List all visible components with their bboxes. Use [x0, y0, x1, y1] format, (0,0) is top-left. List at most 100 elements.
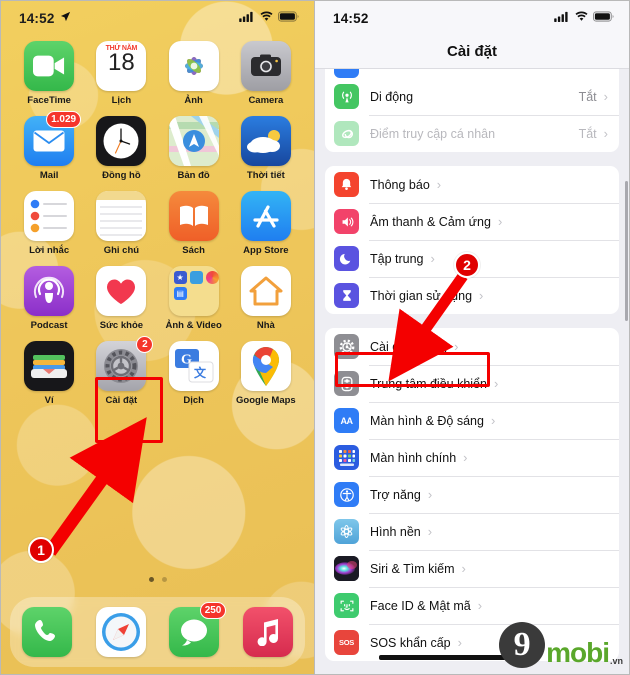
- app-icon-wrap: [240, 266, 291, 316]
- appstore-icon: [240, 191, 291, 241]
- app-notes[interactable]: Ghi chú: [85, 191, 157, 256]
- wallpaper-flower-icon: [334, 519, 359, 544]
- app-icon-wrap: [240, 116, 291, 166]
- vertical-scrollbar[interactable]: [625, 181, 628, 321]
- page-indicator[interactable]: [1, 577, 314, 582]
- app-reminders[interactable]: Lời nhắc: [13, 191, 85, 256]
- home-icon: [240, 266, 291, 316]
- app-icon-wrap: [240, 341, 291, 391]
- app-camera[interactable]: Camera: [230, 41, 302, 106]
- app-facetime[interactable]: FaceTime: [13, 41, 85, 106]
- row-label: SOS khẩn cấp: [370, 635, 451, 650]
- music-note-icon: [243, 607, 294, 657]
- settings-row-display[interactable]: AA Màn hình & Độ sáng ›: [325, 402, 619, 439]
- dock-app-safari[interactable]: [95, 607, 146, 657]
- settings-row-control-center[interactable]: Trung tâm điều khiển ›: [325, 365, 619, 402]
- settings-row-wallpaper[interactable]: Hình nền ›: [325, 513, 619, 550]
- folder-icon: ★ ▤: [168, 266, 219, 316]
- app-health[interactable]: Sức khỏe: [85, 266, 157, 331]
- chevron-right-icon: ›: [603, 89, 608, 104]
- row-label: Màn hình & Độ sáng: [370, 413, 484, 428]
- app-books[interactable]: Sách: [158, 191, 230, 256]
- settings-group-notifications: Thông báo › Âm thanh & Cảm ứng › Tập tru…: [325, 166, 619, 314]
- app-icon-wrap: [96, 116, 147, 166]
- app-calendar[interactable]: THỨ NĂM 18 Lịch: [85, 41, 157, 106]
- app-google-translate[interactable]: G 文 Dịch: [158, 341, 230, 406]
- facetime-icon: [24, 41, 75, 91]
- app-icon-wrap: G 文: [168, 341, 219, 391]
- chevron-right-icon: ›: [477, 598, 483, 613]
- iphone-settings-screen: 14:52 Cài đặt Di động Tắt › Điểm truy cậ…: [315, 0, 630, 675]
- home-screen-grid-icon: [334, 445, 359, 470]
- app-mail[interactable]: 1.029 Mail: [13, 111, 85, 181]
- chevron-right-icon: ›: [430, 251, 435, 266]
- wallet-icon: [24, 341, 75, 391]
- app-label: Sức khỏe: [99, 320, 144, 331]
- chevron-right-icon: ›: [463, 450, 468, 465]
- app-weather[interactable]: Thời tiết: [230, 116, 302, 181]
- watermark-9mobi: 9 mobi .vn: [499, 622, 623, 668]
- settings-row-accessibility[interactable]: Trợ năng ›: [325, 476, 619, 513]
- location-arrow-icon: [60, 9, 71, 27]
- app-label: Mail: [39, 170, 59, 181]
- app-clock[interactable]: Đồng hồ: [85, 116, 157, 181]
- app-icon-wrap: [168, 41, 219, 91]
- status-bar-indicators-right: [554, 9, 615, 27]
- chevron-right-icon: ›: [457, 635, 462, 650]
- dock-app-phone[interactable]: [21, 607, 72, 657]
- app-label: Podcast: [30, 320, 68, 331]
- settings-row-hotspot[interactable]: Điểm truy cập cá nhân Tắt ›: [325, 115, 619, 152]
- settings-row-cellular[interactable]: Di động Tắt ›: [325, 78, 619, 115]
- settings-row-screentime[interactable]: Thời gian sử dụng ›: [325, 277, 619, 314]
- watermark-tld: .vn: [609, 656, 623, 666]
- dock-app-messages[interactable]: 250: [169, 602, 227, 657]
- app-badge: 1.029: [46, 111, 82, 128]
- app-label: Thời tiết: [246, 170, 285, 181]
- siri-orb-icon: [334, 556, 359, 581]
- settings-row-siri[interactable]: Siri & Tìm kiếm ›: [325, 550, 619, 587]
- row-label: Trung tâm điều khiển: [370, 376, 487, 391]
- screenshot-root: 14:52 FaceTime THỨ NĂM 18 Lịch Ảnh Camer…: [0, 0, 630, 675]
- app-wallet[interactable]: Ví: [13, 341, 85, 406]
- app-label: Google Maps: [236, 395, 296, 406]
- chevron-right-icon: ›: [497, 214, 503, 229]
- settings-row-sounds[interactable]: Âm thanh & Cảm ứng ›: [325, 203, 619, 240]
- cellular-antenna-icon: [334, 84, 359, 109]
- dock-app-music[interactable]: [243, 607, 294, 657]
- app-icon-wrap: [168, 116, 219, 166]
- app-icon-wrap: [96, 191, 147, 241]
- app-grid: FaceTime THỨ NĂM 18 Lịch Ảnh Camera 1.02…: [1, 35, 314, 406]
- app-maps[interactable]: Bản đồ: [158, 116, 230, 181]
- settings-row-faceid[interactable]: Face ID & Mật mã ›: [325, 587, 619, 624]
- wifi-settings-icon: [334, 69, 359, 78]
- settings-row-home-screen[interactable]: Màn hình chính ›: [325, 439, 619, 476]
- app-label: Camera: [248, 95, 284, 106]
- page-dot-active: [148, 577, 154, 582]
- cellular-signal-icon: [239, 9, 255, 27]
- display-brightness-icon: AA: [334, 408, 359, 433]
- app-icon-wrap: [24, 341, 75, 391]
- page-title: Cài đặt: [446, 43, 497, 60]
- app-home[interactable]: Nhà: [230, 266, 302, 331]
- app-photos[interactable]: Ảnh: [158, 41, 230, 106]
- row-label: Face ID & Mật mã: [370, 598, 471, 613]
- settings-row-notifications[interactable]: Thông báo ›: [325, 166, 619, 203]
- app-google-maps[interactable]: Google Maps: [230, 341, 302, 406]
- app-podcasts[interactable]: Podcast: [13, 266, 85, 331]
- app-appstore[interactable]: App Store: [230, 191, 302, 256]
- chevron-right-icon: ›: [490, 413, 496, 428]
- app-settings[interactable]: 2 Cài đặt: [85, 336, 157, 406]
- phone-icon: [21, 607, 72, 657]
- chevron-right-icon: ›: [493, 376, 499, 391]
- app-folder-photos-videos[interactable]: ★ ▤ Ảnh & Video: [158, 266, 230, 331]
- app-label: Lời nhắc: [29, 245, 70, 256]
- faceid-icon: [334, 593, 359, 618]
- app-icon-wrap: ★ ▤: [168, 266, 219, 316]
- weather-icon: [240, 116, 291, 166]
- app-label: Bản đồ: [177, 170, 210, 181]
- app-icon-wrap: [24, 266, 75, 316]
- settings-row-general[interactable]: Cài đặt chung ›: [325, 328, 619, 365]
- app-icon-wrap: [240, 41, 291, 91]
- chevron-right-icon: ›: [427, 487, 433, 502]
- settings-list[interactable]: Di động Tắt › Điểm truy cập cá nhân Tắt …: [315, 69, 629, 674]
